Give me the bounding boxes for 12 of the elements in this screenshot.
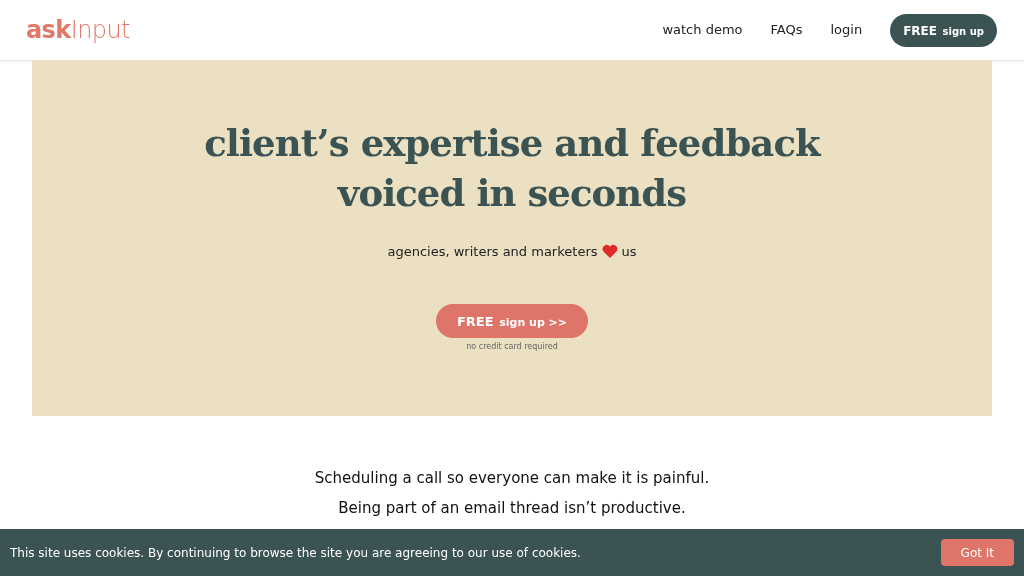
nav-link[interactable]: FAQs	[770, 20, 803, 40]
pain-point-text: Scheduling a call so everyone can make it is painful.	[314, 468, 710, 488]
nav-link[interactable]: watch demo	[662, 20, 743, 40]
cookie-message: This site uses cookies. By continuing to browse the site you are agreeing to our use of cookies.	[10, 544, 581, 562]
pain-point-text: Being part of an email thread isn’t productive.	[338, 498, 686, 518]
signup-button[interactable]: FREE sign up	[890, 13, 997, 47]
heart-icon	[601, 244, 618, 260]
hero-title: client’s expertise and feedback voiced in seconds	[204, 120, 820, 217]
signup-note: no credit card required	[466, 340, 558, 353]
tagline: agencies, writers and marketers	[387, 243, 598, 261]
tagline: us	[621, 243, 637, 261]
nav-link[interactable]: login	[830, 20, 863, 40]
